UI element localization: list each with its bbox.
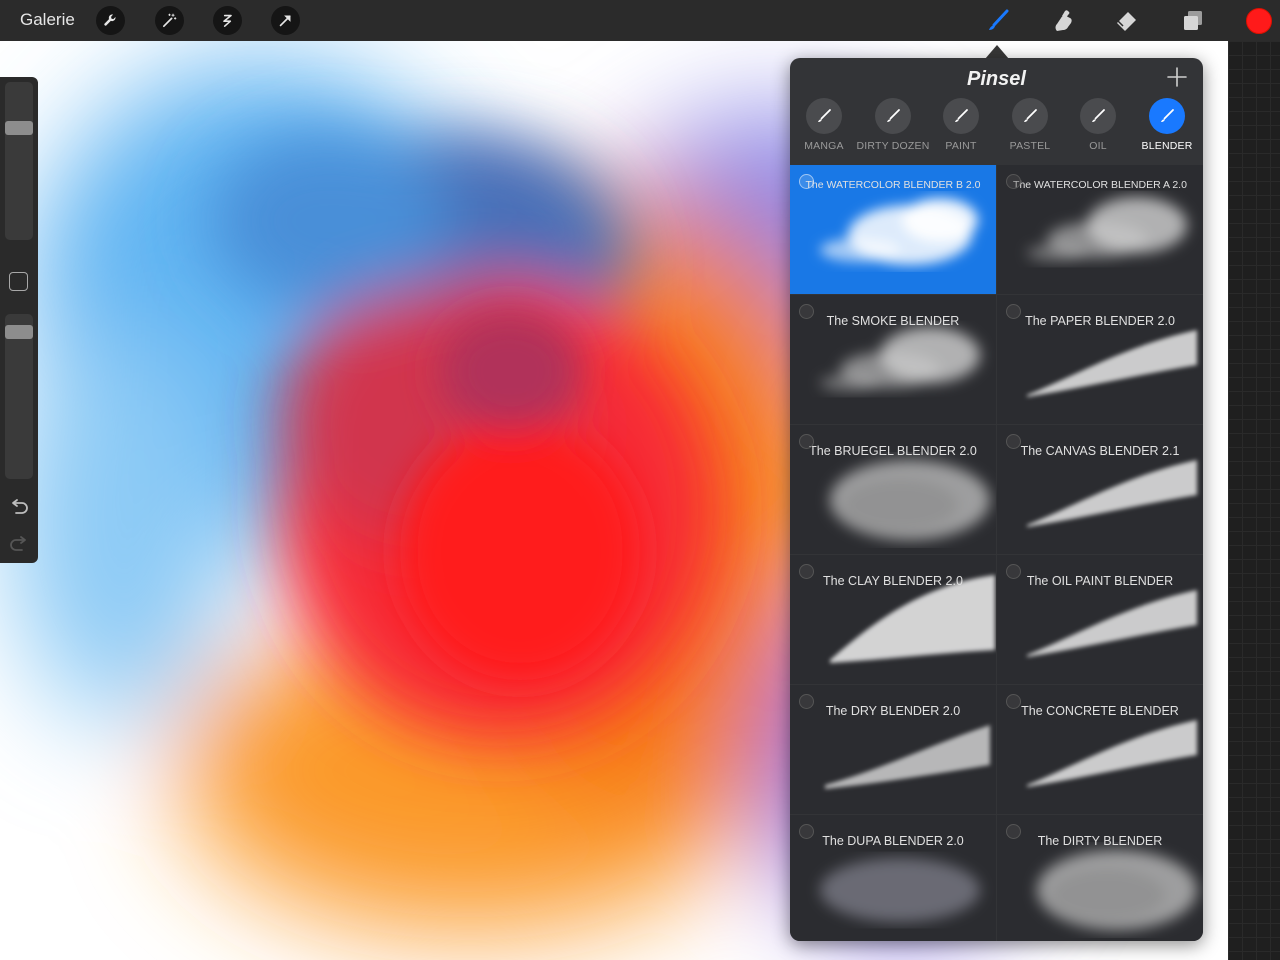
brush-name: The SMOKE BLENDER: [826, 314, 960, 328]
top-toolbar: Galerie: [0, 0, 1280, 41]
transform-arrow-icon[interactable]: [271, 6, 300, 35]
brush-category-manga[interactable]: MANGA: [790, 96, 858, 164]
brush-check-icon: [1006, 434, 1021, 449]
brush-item[interactable]: The CANVAS BLENDER 2.1: [997, 425, 1203, 554]
panel-pointer: [985, 45, 1009, 59]
brush-name: The CANVAS BLENDER 2.1: [1020, 444, 1180, 458]
brush-icon[interactable]: [981, 5, 1013, 37]
left-sidebar: [0, 77, 38, 563]
brush-category-paint[interactable]: PAINT: [927, 96, 995, 164]
panel-title: Pinsel: [967, 68, 1026, 90]
brush-item[interactable]: The SMOKE BLENDER: [790, 295, 996, 424]
brush-name: The PAPER BLENDER 2.0: [1025, 314, 1175, 328]
brush-check-icon: [799, 694, 814, 709]
brush-name: The DUPA BLENDER 2.0: [822, 834, 964, 848]
brush-check-icon: [799, 304, 814, 319]
undo-icon[interactable]: [8, 498, 30, 518]
brush-category-pastel[interactable]: PASTEL: [996, 96, 1064, 164]
modify-square-icon[interactable]: [9, 272, 28, 291]
brush-set-icon: [1012, 98, 1048, 134]
brush-check-icon: [1006, 174, 1021, 189]
brush-category-label: PAINT: [945, 140, 977, 152]
plus-icon[interactable]: [1166, 66, 1188, 88]
brush-grid: The WATERCOLOR BLENDER B 2.0 The WATERCOL…: [790, 165, 1203, 941]
wrench-icon[interactable]: [96, 6, 125, 35]
brush-category-oil[interactable]: OIL: [1064, 96, 1132, 164]
workspace-background: [1228, 41, 1280, 960]
brush-category-label: BLENDER: [1141, 140, 1193, 152]
brush-check-icon: [799, 174, 814, 189]
brush-check-icon: [1006, 694, 1021, 709]
brush-name: The WATERCOLOR BLENDER B 2.0: [805, 179, 981, 191]
brush-size-thumb[interactable]: [5, 121, 33, 135]
brush-item[interactable]: The CLAY BLENDER 2.0: [790, 555, 996, 684]
smudge-icon[interactable]: [1046, 5, 1078, 37]
brush-name: The DIRTY BLENDER: [1037, 834, 1163, 848]
magic-wand-icon[interactable]: [155, 6, 184, 35]
brush-set-icon: [875, 98, 911, 134]
brush-check-icon: [1006, 304, 1021, 319]
brush-category-label: OIL: [1089, 140, 1107, 152]
brush-item[interactable]: The BRUEGEL BLENDER 2.0: [790, 425, 996, 554]
color-picker-swatch[interactable]: [1246, 8, 1272, 34]
brush-check-icon: [1006, 564, 1021, 579]
opacity-thumb[interactable]: [5, 325, 33, 339]
brush-check-icon: [1006, 824, 1021, 839]
brush-item[interactable]: The DRY BLENDER 2.0: [790, 685, 996, 814]
brush-set-icon: [806, 98, 842, 134]
eraser-icon[interactable]: [1111, 5, 1143, 37]
brush-name: The BRUEGEL BLENDER 2.0: [809, 444, 977, 458]
brush-item[interactable]: The WATERCOLOR BLENDER B 2.0: [790, 165, 996, 294]
brush-item[interactable]: The WATERCOLOR BLENDER A 2.0: [997, 165, 1203, 294]
brush-item[interactable]: The DIRTY BLENDER: [997, 815, 1203, 941]
brush-category-blender[interactable]: BLENDER: [1133, 96, 1201, 164]
brush-item[interactable]: The CONCRETE BLENDER: [997, 685, 1203, 814]
brush-category-dirty-dozen[interactable]: DIRTY DOZEN: [857, 96, 929, 164]
brush-item[interactable]: The OIL PAINT BLENDER: [997, 555, 1203, 684]
brush-library-panel: Pinsel MANGA DIRTY DOZEN PAINT PASTEL OIL BLE…: [790, 58, 1203, 941]
selection-icon[interactable]: [213, 6, 242, 35]
brush-check-icon: [799, 824, 814, 839]
brush-check-icon: [799, 434, 814, 449]
brush-item[interactable]: The PAPER BLENDER 2.0: [997, 295, 1203, 424]
brush-item[interactable]: The DUPA BLENDER 2.0: [790, 815, 996, 941]
gallery-button[interactable]: Galerie: [20, 10, 75, 30]
brush-category-bar: MANGA DIRTY DOZEN PAINT PASTEL OIL BLENDER: [790, 96, 1203, 164]
opacity-slider[interactable]: [5, 314, 33, 479]
brush-name: The OIL PAINT BLENDER: [1026, 574, 1174, 588]
brush-name: The DRY BLENDER 2.0: [825, 704, 961, 718]
brush-set-icon: [943, 98, 979, 134]
brush-name: The CONCRETE BLENDER: [1021, 704, 1179, 718]
redo-icon[interactable]: [8, 535, 30, 555]
brush-size-slider[interactable]: [5, 82, 33, 240]
brush-set-icon: [1080, 98, 1116, 134]
layers-icon[interactable]: [1177, 5, 1209, 37]
brush-name: The CLAY BLENDER 2.0: [823, 574, 963, 588]
brush-check-icon: [799, 564, 814, 579]
brush-set-icon: [1149, 98, 1185, 134]
brush-name: The WATERCOLOR BLENDER A 2.0: [1013, 179, 1187, 191]
